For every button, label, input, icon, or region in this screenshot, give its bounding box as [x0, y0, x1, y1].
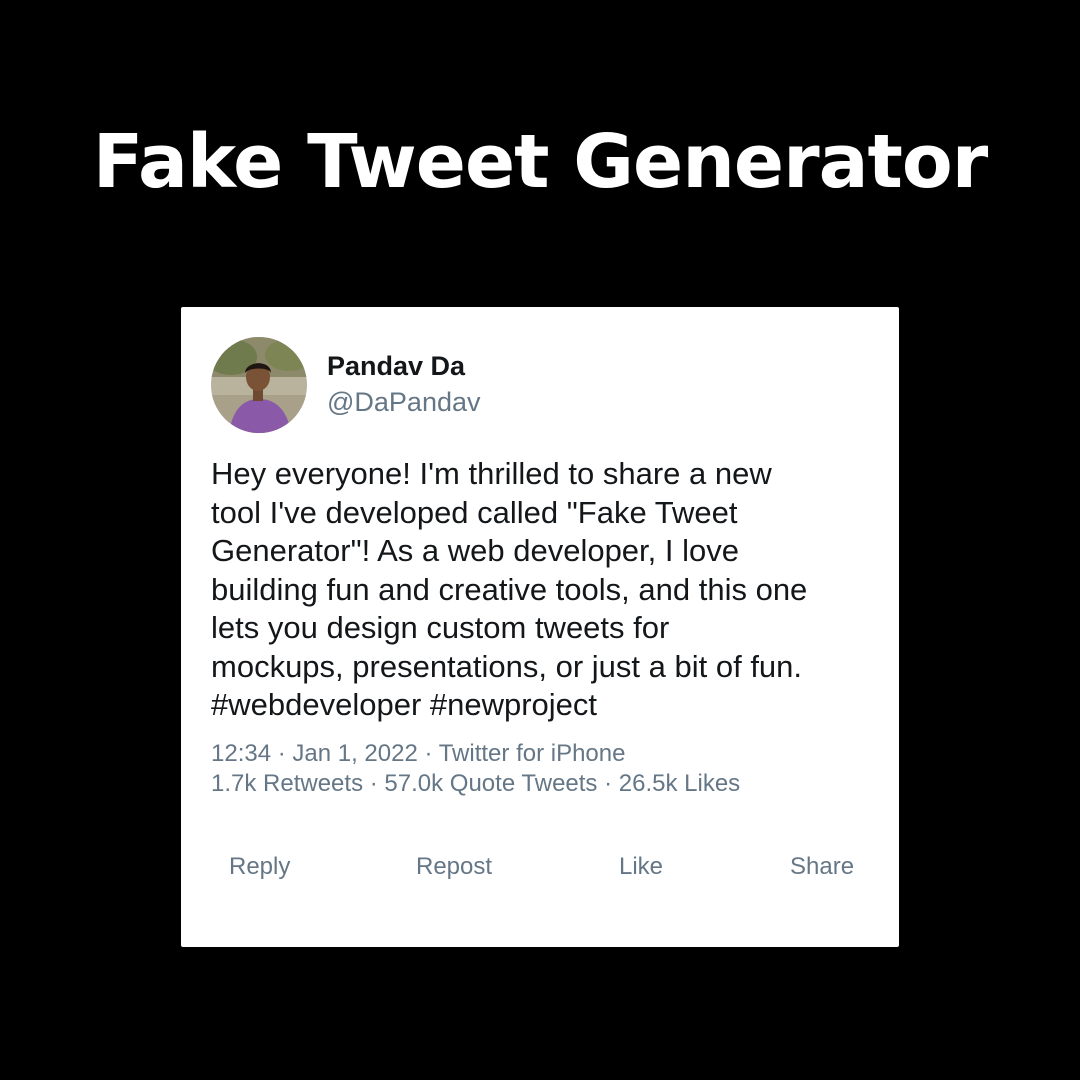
- tweet-meta: 12:34 · Jan 1, 2022 · Twitter for iPhone…: [211, 739, 740, 799]
- page-title: Fake Tweet Generator: [92, 119, 989, 205]
- repost-button[interactable]: Repost: [416, 853, 492, 881]
- share-button[interactable]: Share: [790, 853, 854, 881]
- user-photo-avatar-icon: [211, 337, 307, 433]
- like-button[interactable]: Like: [619, 853, 663, 881]
- avatar[interactable]: [211, 337, 307, 433]
- display-name[interactable]: Pandav Da: [327, 351, 465, 382]
- user-handle[interactable]: @DaPandav: [327, 387, 481, 418]
- tweet-card: Pandav Da @DaPandav Hey everyone! I'm th…: [181, 307, 899, 947]
- tweet-text: Hey everyone! I'm thrilled to share a ne…: [211, 456, 808, 722]
- reply-button[interactable]: Reply: [229, 853, 290, 881]
- engagement-stats[interactable]: 1.7k Retweets · 57.0k Quote Tweets · 26.…: [211, 769, 740, 799]
- action-bar: Reply Repost Like Share: [181, 853, 899, 893]
- page: Fake Tweet Generator Pandav Da @DaPandav…: [0, 0, 1080, 1080]
- timestamp-line: 12:34 · Jan 1, 2022 · Twitter for iPhone: [211, 740, 626, 767]
